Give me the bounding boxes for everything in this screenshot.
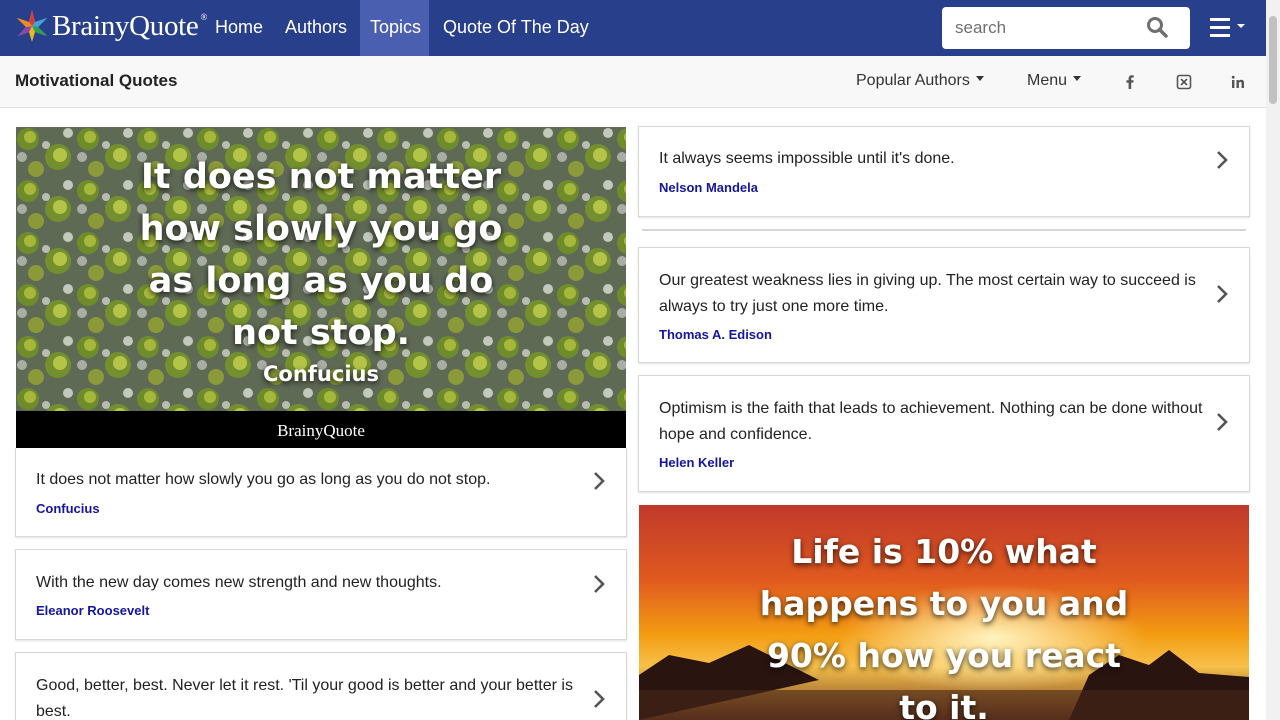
- featured-image-quote: It does not matter how slowly you go as …: [16, 151, 626, 359]
- popular-authors-dropdown[interactable]: Popular Authors: [856, 72, 984, 90]
- menu-label: Menu: [1027, 72, 1068, 89]
- chevron-right-icon[interactable]: [1215, 412, 1229, 432]
- quote-text: It does not matter how slowly you go as …: [36, 471, 491, 488]
- featured-quote-image[interactable]: It does not matter how slowly you go as …: [16, 127, 626, 448]
- image-brand-watermark: BrainyQuote: [277, 421, 365, 440]
- hamburger-menu-icon[interactable]: [1208, 15, 1252, 41]
- nav-quote-of-the-day[interactable]: Quote Of The Day: [433, 0, 599, 56]
- search-input[interactable]: [942, 7, 1142, 49]
- page-scrollbar[interactable]: [1266, 0, 1280, 720]
- x-icon[interactable]: [1176, 74, 1192, 90]
- logo-text: BrainyQuote: [52, 9, 199, 42]
- logo-star-icon: [17, 10, 47, 42]
- featured-image-author: Confucius: [263, 362, 379, 386]
- chevron-down-icon: [975, 76, 984, 82]
- quote-card[interactable]: Our greatest weakness lies in giving up.…: [638, 247, 1250, 363]
- sub-header: Motivational Quotes Popular Authors Menu: [0, 56, 1280, 108]
- popular-authors-label: Popular Authors: [856, 72, 970, 89]
- chevron-down-icon: [1073, 76, 1082, 82]
- quote-author-link[interactable]: Nelson Mandela: [659, 180, 758, 195]
- top-navbar: BrainyQuote ® Home Authors Topics Quote O…: [0, 0, 1280, 56]
- chevron-right-icon[interactable]: [592, 689, 606, 709]
- chevron-right-icon[interactable]: [1215, 284, 1229, 304]
- quote-author-link[interactable]: Eleanor Roosevelt: [36, 603, 149, 618]
- quote-author-link[interactable]: Confucius: [36, 501, 100, 516]
- chevron-right-icon[interactable]: [1215, 150, 1229, 170]
- menu-dropdown[interactable]: Menu: [1027, 72, 1082, 90]
- quote-card[interactable]: With the new day comes new strength and …: [15, 549, 627, 640]
- featured-image-quote: Life is 10% what happens to you and 90% …: [639, 526, 1249, 720]
- image-line: not stop.: [232, 313, 410, 353]
- quote-card[interactable]: It always seems impossible until it's do…: [638, 126, 1250, 217]
- image-line: as long as you do: [148, 261, 494, 301]
- quote-text: Good, better, best. Never let it rest. '…: [36, 677, 573, 720]
- facebook-icon[interactable]: [1122, 74, 1138, 90]
- quote-card[interactable]: Optimism is the faith that leads to achi…: [638, 375, 1250, 492]
- quote-text: With the new day comes new strength and …: [36, 574, 442, 591]
- image-line: happens to you and: [759, 584, 1129, 623]
- nav-home[interactable]: Home: [205, 0, 273, 56]
- image-line: how slowly you go: [139, 209, 503, 249]
- search-icon[interactable]: [1146, 16, 1168, 38]
- quote-card[interactable]: It does not matter how slowly you go as …: [15, 448, 627, 537]
- nav-authors[interactable]: Authors: [275, 0, 357, 56]
- linkedin-icon[interactable]: [1230, 74, 1246, 90]
- chevron-right-icon[interactable]: [592, 471, 606, 491]
- quote-card[interactable]: Good, better, best. Never let it rest. '…: [15, 652, 627, 720]
- quote-author-link[interactable]: Thomas A. Edison: [659, 327, 772, 342]
- featured-quote-image[interactable]: Life is 10% what happens to you and 90% …: [639, 505, 1249, 720]
- nav-topics[interactable]: Topics: [360, 0, 429, 56]
- image-line: to it.: [899, 688, 989, 720]
- divider: [642, 229, 1246, 231]
- quote-text: It always seems impossible until it's do…: [659, 150, 955, 167]
- quote-text: Our greatest weakness lies in giving up.…: [659, 272, 1196, 315]
- page-title: Motivational Quotes: [15, 71, 178, 90]
- quote-text: Optimism is the faith that leads to achi…: [659, 400, 1203, 443]
- image-line: It does not matter: [140, 157, 502, 197]
- brainyquote-logo[interactable]: BrainyQuote ®: [14, 6, 207, 46]
- chevron-right-icon[interactable]: [592, 574, 606, 594]
- scrollbar-thumb[interactable]: [1269, 16, 1277, 104]
- quote-author-link[interactable]: Helen Keller: [659, 455, 734, 470]
- image-line: 90% how you react: [766, 636, 1122, 675]
- image-line: Life is 10% what: [791, 532, 1097, 571]
